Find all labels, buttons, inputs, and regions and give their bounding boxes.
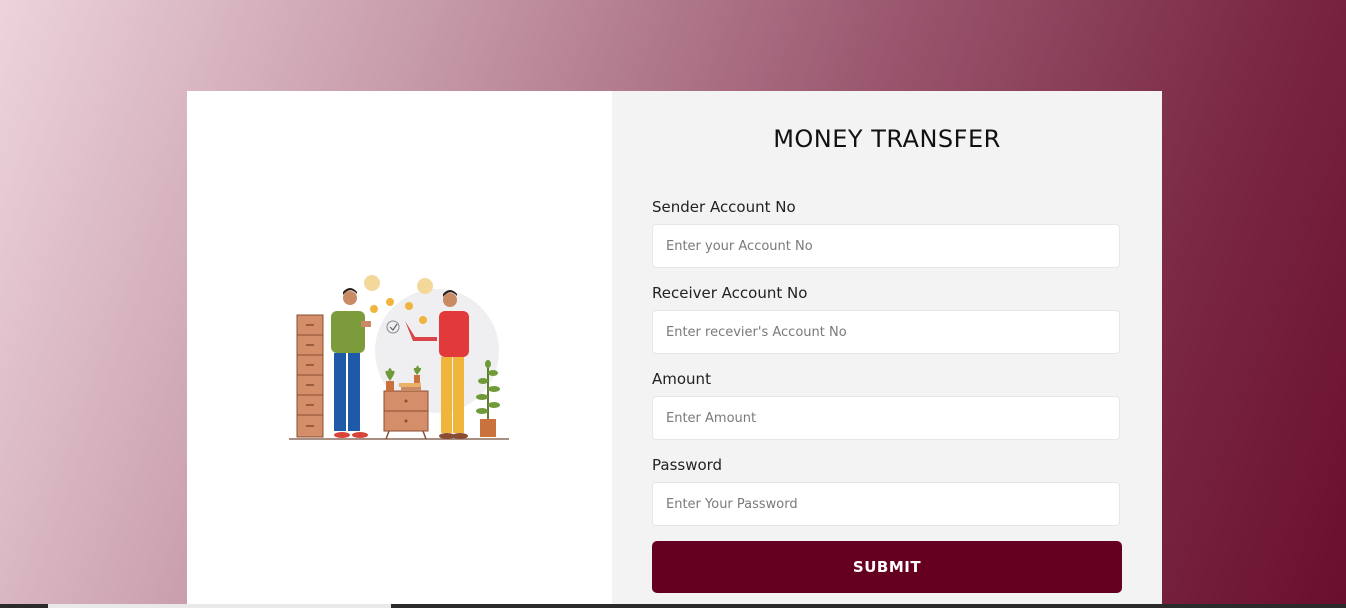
bottom-strip-highlight [48, 604, 391, 608]
sender-account-input[interactable] [652, 224, 1120, 268]
password-label: Password [652, 456, 723, 474]
amount-input[interactable] [652, 396, 1120, 440]
form-title: MONEY TRANSFER [773, 125, 1001, 153]
bottom-strip [0, 604, 1346, 608]
receiver-account-label: Receiver Account No [652, 284, 808, 302]
submit-button[interactable]: SUBMIT [652, 541, 1122, 593]
receiver-account-input[interactable] [652, 310, 1120, 354]
transfer-card: MONEY TRANSFER Sender Account No Receive… [187, 91, 1162, 608]
illustration-panel [187, 91, 612, 608]
money-transfer-illustration [289, 275, 509, 440]
password-input[interactable] [652, 482, 1120, 526]
transfer-form-panel: MONEY TRANSFER Sender Account No Receive… [612, 91, 1162, 608]
sender-account-label: Sender Account No [652, 198, 796, 216]
amount-label: Amount [652, 370, 711, 388]
